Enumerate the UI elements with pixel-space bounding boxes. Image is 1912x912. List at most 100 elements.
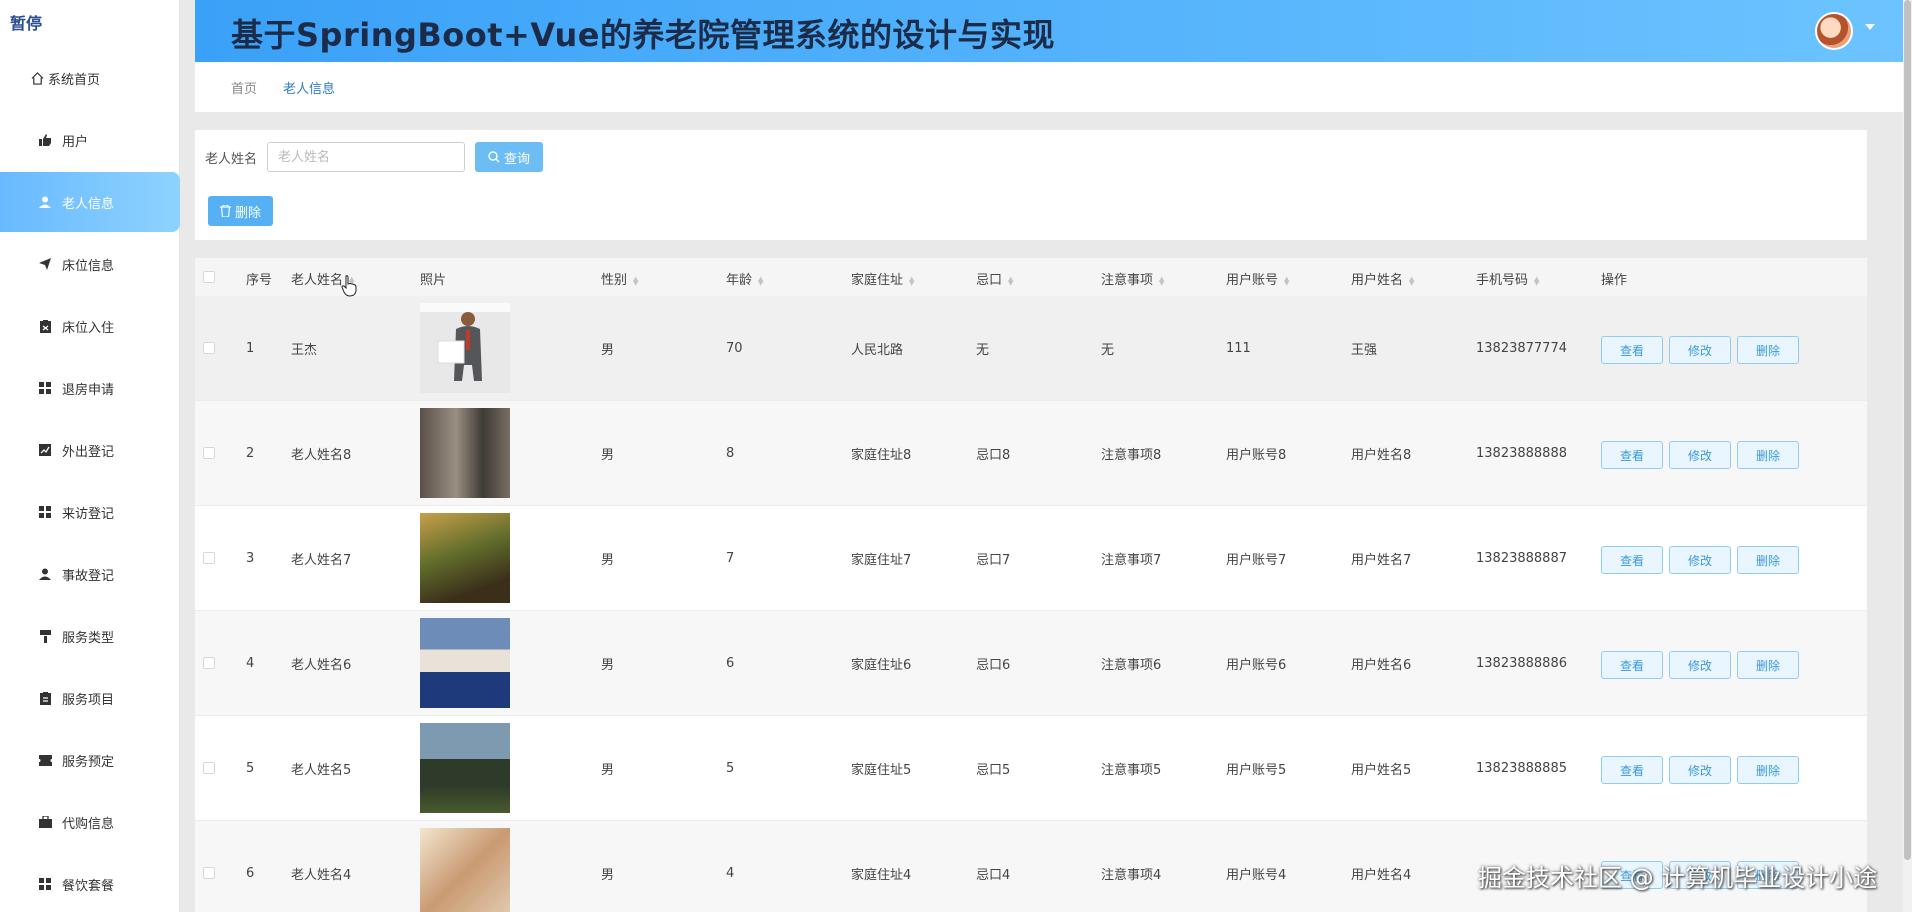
cell-name: 老人姓名7 — [291, 553, 352, 568]
table-header: 序号 老人姓名 ▲ ▼ 照片 性别 ▲ ▼ 年龄 ▲ ▼ 家庭住址 ▲ ▼ 忌口 ▲ ▼ 注意事项 ▲… — [195, 258, 1867, 296]
sidebar-item-outing[interactable]: 外出登记 — [0, 420, 180, 480]
sidebar-item-bed-checkin[interactable]: 床位入住 — [0, 296, 180, 356]
sort-icon: ▲ ▼ — [633, 274, 639, 287]
batch-delete-label: 删除 — [234, 204, 261, 220]
page-scrollbar[interactable] — [1903, 0, 1912, 912]
chart-icon — [38, 443, 52, 457]
edit-button[interactable]: 修改 — [1669, 441, 1731, 469]
cell-phone: 13823888888 — [1476, 446, 1567, 461]
breadcrumb-home[interactable]: 首页 — [231, 78, 257, 97]
column-header-sortable[interactable]: 用户姓名 ▲ ▼ — [1351, 269, 1414, 288]
row-checkbox[interactable] — [203, 447, 215, 459]
cell-age: 7 — [726, 551, 735, 566]
sort-icon: ▲ ▼ — [1284, 274, 1290, 287]
cell-diet: 忌口7 — [976, 553, 1011, 568]
cell-index: 3 — [246, 551, 255, 566]
grid-icon — [38, 505, 52, 519]
column-header-sortable[interactable]: 手机号码 ▲ ▼ — [1476, 269, 1539, 288]
edit-button[interactable]: 修改 — [1669, 756, 1731, 784]
watermark: 掘金技术社区 @ 计算机毕业设计小途 — [1478, 864, 1878, 892]
view-button[interactable]: 查看 — [1601, 651, 1663, 679]
elder-photo — [420, 513, 510, 603]
edit-button[interactable]: 修改 — [1669, 336, 1731, 364]
scrollbar-thumb[interactable] — [1904, 0, 1911, 860]
row-checkbox[interactable] — [203, 762, 215, 774]
search-panel: 老人姓名 查询 删除 — [195, 130, 1867, 240]
row-checkbox[interactable] — [203, 342, 215, 354]
view-button[interactable]: 查看 — [1601, 441, 1663, 469]
batch-delete-button[interactable]: 删除 — [208, 196, 273, 226]
select-all-checkbox[interactable] — [203, 271, 215, 283]
elder-photo — [420, 828, 510, 912]
chevron-down-icon[interactable] — [1865, 24, 1875, 30]
cell-index: 4 — [246, 656, 255, 671]
search-input[interactable] — [267, 142, 465, 172]
column-header-sortable[interactable]: 用户账号 ▲ ▼ — [1226, 269, 1289, 288]
sidebar-item-meal[interactable]: 餐饮套餐 — [0, 854, 180, 912]
view-button[interactable]: 查看 — [1601, 756, 1663, 784]
column-header-sortable[interactable]: 性别 ▲ ▼ — [601, 269, 638, 288]
top-header: 基于SpringBoot+Vue的养老院管理系统的设计与实现 — [195, 0, 1903, 62]
query-button[interactable]: 查询 — [475, 142, 543, 172]
row-checkbox[interactable] — [203, 552, 215, 564]
sidebar-item-label: 床位信息 — [62, 258, 115, 274]
sidebar-item-accident[interactable]: 事故登记 — [0, 544, 180, 604]
delete-button[interactable]: 删除 — [1737, 651, 1799, 679]
sidebar-item-service-booking[interactable]: 服务预定 — [0, 730, 180, 790]
sidebar-item-elder-info[interactable]: 老人信息 — [0, 172, 180, 232]
sidebar-item-purchase[interactable]: 代购信息 — [0, 792, 180, 852]
cell-age: 70 — [726, 341, 743, 356]
search-icon — [488, 151, 500, 163]
sidebar-item-visit[interactable]: 来访登记 — [0, 482, 180, 542]
column-header-sortable[interactable]: 家庭住址 ▲ ▼ — [851, 269, 914, 288]
cell-address: 家庭住址7 — [851, 553, 912, 568]
sidebar-item-service-item[interactable]: 服务项目 — [0, 668, 180, 728]
cell-username: 用户姓名4 — [1351, 868, 1412, 883]
column-header-sortable[interactable]: 注意事项 ▲ ▼ — [1101, 269, 1164, 288]
sidebar-item-label: 服务预定 — [62, 754, 115, 770]
hand-cursor-icon — [341, 275, 357, 297]
row-checkbox[interactable] — [203, 657, 215, 669]
cell-age: 6 — [726, 656, 735, 671]
cell-address: 家庭住址8 — [851, 448, 912, 463]
sidebar-item-home[interactable]: 系统首页 — [0, 48, 180, 108]
elder-photo — [420, 408, 510, 498]
sidebar-item-checkout[interactable]: 退房申请 — [0, 358, 180, 418]
clipboard-icon — [38, 691, 52, 705]
cell-notes: 注意事项4 — [1101, 868, 1162, 883]
sort-icon: ▲ ▼ — [1534, 274, 1540, 287]
sidebar-item-label: 餐饮套餐 — [62, 878, 115, 894]
grid-icon — [38, 381, 52, 395]
cell-phone: 13823877774 — [1476, 341, 1567, 356]
column-header-sortable[interactable]: 年龄 ▲ ▼ — [726, 269, 763, 288]
cell-notes: 注意事项7 — [1101, 553, 1162, 568]
row-checkbox[interactable] — [203, 867, 215, 879]
cell-notes: 注意事项6 — [1101, 658, 1162, 673]
delete-button[interactable]: 删除 — [1737, 336, 1799, 364]
view-button[interactable]: 查看 — [1601, 336, 1663, 364]
cell-address: 家庭住址6 — [851, 658, 912, 673]
search-label: 老人姓名 — [205, 152, 258, 167]
edit-button[interactable]: 修改 — [1669, 546, 1731, 574]
cell-username: 王强 — [1351, 343, 1378, 358]
view-button[interactable]: 查看 — [1601, 546, 1663, 574]
user-icon — [38, 567, 52, 581]
delete-button[interactable]: 删除 — [1737, 546, 1799, 574]
column-header-sortable[interactable]: 忌口 ▲ ▼ — [976, 269, 1013, 288]
cell-notes: 无 — [1101, 343, 1115, 358]
sidebar-item-label: 服务项目 — [62, 692, 115, 708]
edit-button[interactable]: 修改 — [1669, 651, 1731, 679]
briefcase-icon — [38, 815, 52, 829]
cell-username: 用户姓名7 — [1351, 553, 1412, 568]
sidebar-item-users[interactable]: 用户 — [0, 110, 180, 170]
cell-index: 5 — [246, 761, 255, 776]
sidebar-item-bed-info[interactable]: 床位信息 — [0, 234, 180, 294]
table-row: 2 老人姓名8 男 8 家庭住址8 忌口8 注意事项8 用户账号8 用户姓名8 138238888… — [195, 401, 1867, 506]
sidebar-item-service-type[interactable]: 服务类型 — [0, 606, 180, 666]
delete-button[interactable]: 删除 — [1737, 756, 1799, 784]
avatar[interactable] — [1815, 12, 1853, 50]
sidebar-item-label: 床位入住 — [62, 320, 115, 336]
ticket-icon — [38, 753, 52, 767]
delete-button[interactable]: 删除 — [1737, 441, 1799, 469]
brand-label: 暂停 — [10, 14, 43, 33]
